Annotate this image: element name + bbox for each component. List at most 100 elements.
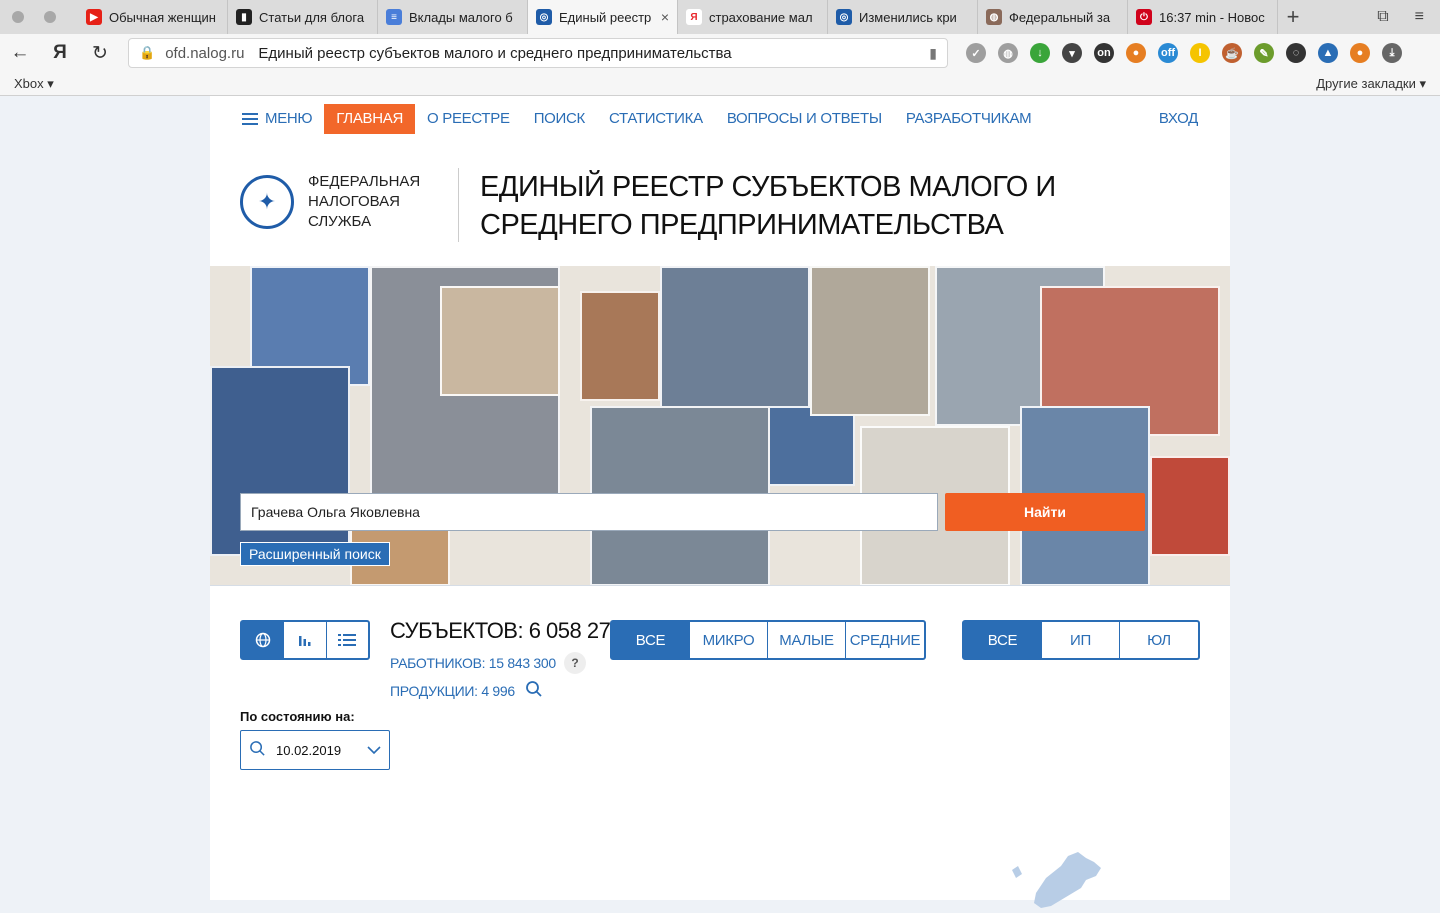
browser-tab[interactable]: ◎ Единый реестр × bbox=[528, 0, 678, 34]
tab-favicon-icon: ◎ bbox=[836, 9, 852, 25]
type-filter-all[interactable]: ВСЕ bbox=[964, 622, 1042, 658]
brand-divider bbox=[458, 168, 459, 242]
browser-tab[interactable]: ⏻ 16:37 min - Новос bbox=[1128, 0, 1278, 34]
close-window-button[interactable] bbox=[12, 11, 24, 23]
url-page-title: Единый реестр субъектов малого и среднег… bbox=[258, 44, 732, 62]
browser-tab[interactable]: Ястрахование мал bbox=[678, 0, 828, 34]
view-toggle bbox=[240, 620, 370, 660]
tab-favicon-icon: ◍ bbox=[986, 9, 1002, 25]
bookmark-icon[interactable]: ▮ bbox=[929, 45, 937, 62]
tab-label: Вклады малого б bbox=[409, 9, 513, 25]
browser-menu-icon[interactable]: ≡ bbox=[1415, 8, 1424, 26]
extension-icon[interactable]: ✎ bbox=[1254, 43, 1274, 63]
page: МЕНЮ ГЛАВНАЯ О РЕЕСТРЕ ПОИСК СТАТИСТИКА … bbox=[210, 96, 1230, 908]
size-filter-micro[interactable]: МИКРО bbox=[690, 622, 768, 658]
extension-icon[interactable]: ◍ bbox=[998, 43, 1018, 63]
brand-name: ФЕДЕРАЛЬНАЯ НАЛОГОВАЯ СЛУЖБА bbox=[308, 173, 421, 230]
tab-label: 16:37 min - Новос bbox=[1159, 9, 1265, 25]
globe-view-icon[interactable] bbox=[242, 622, 285, 658]
extension-icon[interactable]: ▾ bbox=[1062, 43, 1082, 63]
employees-line: РАБОТНИКОВ: 15 843 300 ? bbox=[390, 652, 622, 674]
tab-label: страхование мал bbox=[709, 9, 813, 25]
nav-item-developers[interactable]: РАЗРАБОТЧИКАМ bbox=[894, 104, 1044, 134]
type-filter: ВСЕ ИП ЮЛ bbox=[962, 620, 1200, 660]
menu-button[interactable]: МЕНЮ bbox=[240, 104, 324, 134]
browser-tab[interactable]: ◍ Федеральный за bbox=[978, 0, 1128, 34]
extension-icon[interactable]: I bbox=[1190, 43, 1210, 63]
hero-banner: Найти Расширенный поиск bbox=[210, 266, 1230, 586]
products-count[interactable]: ПРОДУКЦИИ: 4 996 bbox=[390, 683, 515, 699]
advanced-search-button[interactable]: Расширенный поиск bbox=[240, 542, 390, 566]
fns-emblem-icon: ✦ bbox=[240, 175, 294, 229]
url-field[interactable]: 🔒 ofd.nalog.ru Единый реестр субъектов м… bbox=[128, 38, 948, 68]
extension-icon[interactable]: ▲ bbox=[1318, 43, 1338, 63]
size-filter-medium[interactable]: СРЕДНИЕ bbox=[846, 622, 924, 658]
browser-tab[interactable]: ▮ Статьи для блога bbox=[228, 0, 378, 34]
address-bar: ← Я ↻ 🔒 ofd.nalog.ru Единый реестр субъе… bbox=[0, 34, 1440, 72]
browser-tab[interactable]: ≡ Вклады малого б bbox=[378, 0, 528, 34]
hero-photo bbox=[440, 286, 560, 396]
extension-icon[interactable]: ✓ bbox=[966, 43, 986, 63]
chart-view-icon[interactable] bbox=[284, 622, 327, 658]
browser-tab[interactable]: ◎ Изменились кри bbox=[828, 0, 978, 34]
collections-icon[interactable]: ⧉ bbox=[1377, 8, 1388, 26]
lock-icon: 🔒 bbox=[139, 45, 156, 60]
type-filter-ip[interactable]: ИП bbox=[1042, 622, 1120, 658]
extension-icon[interactable]: on bbox=[1094, 43, 1114, 63]
hamburger-icon bbox=[242, 110, 258, 128]
nav-item-faq[interactable]: ВОПРОСЫ И ОТВЕТЫ bbox=[715, 104, 894, 134]
extension-icon[interactable]: ● bbox=[1126, 43, 1146, 63]
bookmark-xbox[interactable]: Xbox ▾ bbox=[14, 76, 54, 92]
window-controls bbox=[0, 11, 78, 23]
size-filter-all[interactable]: ВСЕ bbox=[612, 622, 690, 658]
fns-brand[interactable]: ✦ ФЕДЕРАЛЬНАЯ НАЛОГОВАЯ СЛУЖБА bbox=[240, 172, 448, 232]
page-title: ЕДИНЫЙ РЕЕСТР СУБЪЕКТОВ МАЛОГО И СРЕДНЕГ… bbox=[480, 171, 1056, 241]
size-filter-small[interactable]: МАЛЫЕ bbox=[768, 622, 846, 658]
tab-favicon-icon: ◎ bbox=[536, 9, 552, 25]
registry-stats: СУБЪЕКТОВ: 6 058 279 РАБОТНИКОВ: 15 843 … bbox=[390, 618, 623, 701]
tab-bar-tools: ⧉ ≡ bbox=[1377, 8, 1440, 26]
login-link[interactable]: ВХОД bbox=[1147, 104, 1210, 134]
tab-favicon-icon: ▮ bbox=[236, 9, 252, 25]
help-icon[interactable]: ? bbox=[563, 652, 586, 674]
nav-item-statistics[interactable]: СТАТИСТИКА bbox=[597, 104, 715, 134]
type-filter-ul[interactable]: ЮЛ bbox=[1120, 622, 1198, 658]
tab-label: Обычная женщин bbox=[109, 9, 216, 25]
size-filter: ВСЕ МИКРО МАЛЫЕ СРЕДНИЕ bbox=[610, 620, 926, 660]
site-nav: МЕНЮ ГЛАВНАЯ О РЕЕСТРЕ ПОИСК СТАТИСТИКА … bbox=[240, 104, 1210, 134]
hero-photo bbox=[1150, 456, 1230, 556]
extension-icon[interactable]: ◌ bbox=[1286, 43, 1306, 63]
back-button[interactable]: ← bbox=[0, 42, 40, 64]
search-input[interactable] bbox=[240, 493, 938, 531]
chevron-down-icon bbox=[367, 743, 381, 758]
extension-icon[interactable]: ⤓ bbox=[1382, 43, 1402, 63]
search-button[interactable]: Найти bbox=[945, 493, 1145, 531]
tab-label: Федеральный за bbox=[1009, 9, 1111, 25]
menu-label: МЕНЮ bbox=[265, 110, 313, 127]
nav-item-main[interactable]: ГЛАВНАЯ bbox=[324, 104, 416, 134]
extension-icon[interactable]: ☕ bbox=[1222, 43, 1242, 63]
russia-map-fragment[interactable] bbox=[1006, 848, 1116, 913]
nav-item-search[interactable]: ПОИСК bbox=[522, 104, 597, 134]
list-view-icon[interactable] bbox=[327, 622, 368, 658]
extension-icon[interactable]: ↓ bbox=[1030, 43, 1050, 63]
url-host: ofd.nalog.ru bbox=[165, 44, 245, 62]
extension-icon[interactable]: ● bbox=[1350, 43, 1370, 63]
search-icon[interactable] bbox=[525, 680, 543, 701]
products-line: ПРОДУКЦИИ: 4 996 bbox=[390, 680, 622, 701]
close-tab-icon[interactable]: × bbox=[661, 9, 669, 25]
tab-label: Изменились кри bbox=[859, 9, 957, 25]
date-select[interactable]: 10.02.2019 bbox=[240, 730, 390, 770]
tab-label: Статьи для блога bbox=[259, 9, 365, 25]
reload-icon[interactable]: ↻ bbox=[80, 42, 120, 65]
minimize-window-button[interactable] bbox=[44, 11, 56, 23]
other-bookmarks[interactable]: Другие закладки ▾ bbox=[1316, 76, 1426, 92]
new-tab-button[interactable]: + bbox=[1278, 4, 1308, 30]
tab-favicon-icon: ⏻ bbox=[1136, 9, 1152, 25]
nav-item-about[interactable]: О РЕЕСТРЕ bbox=[415, 104, 522, 134]
extension-icon[interactable]: off bbox=[1158, 43, 1178, 63]
browser-tab[interactable]: ▶ Обычная женщин bbox=[78, 0, 228, 34]
yandex-icon[interactable]: Я bbox=[40, 42, 80, 64]
extensions-row: ✓ ◍ ↓ ▾ on ● off I ☕ ✎ ◌ ▲ ● ⤓ bbox=[966, 43, 1402, 63]
subjects-count: СУБЪЕКТОВ: 6 058 279 bbox=[390, 618, 623, 643]
